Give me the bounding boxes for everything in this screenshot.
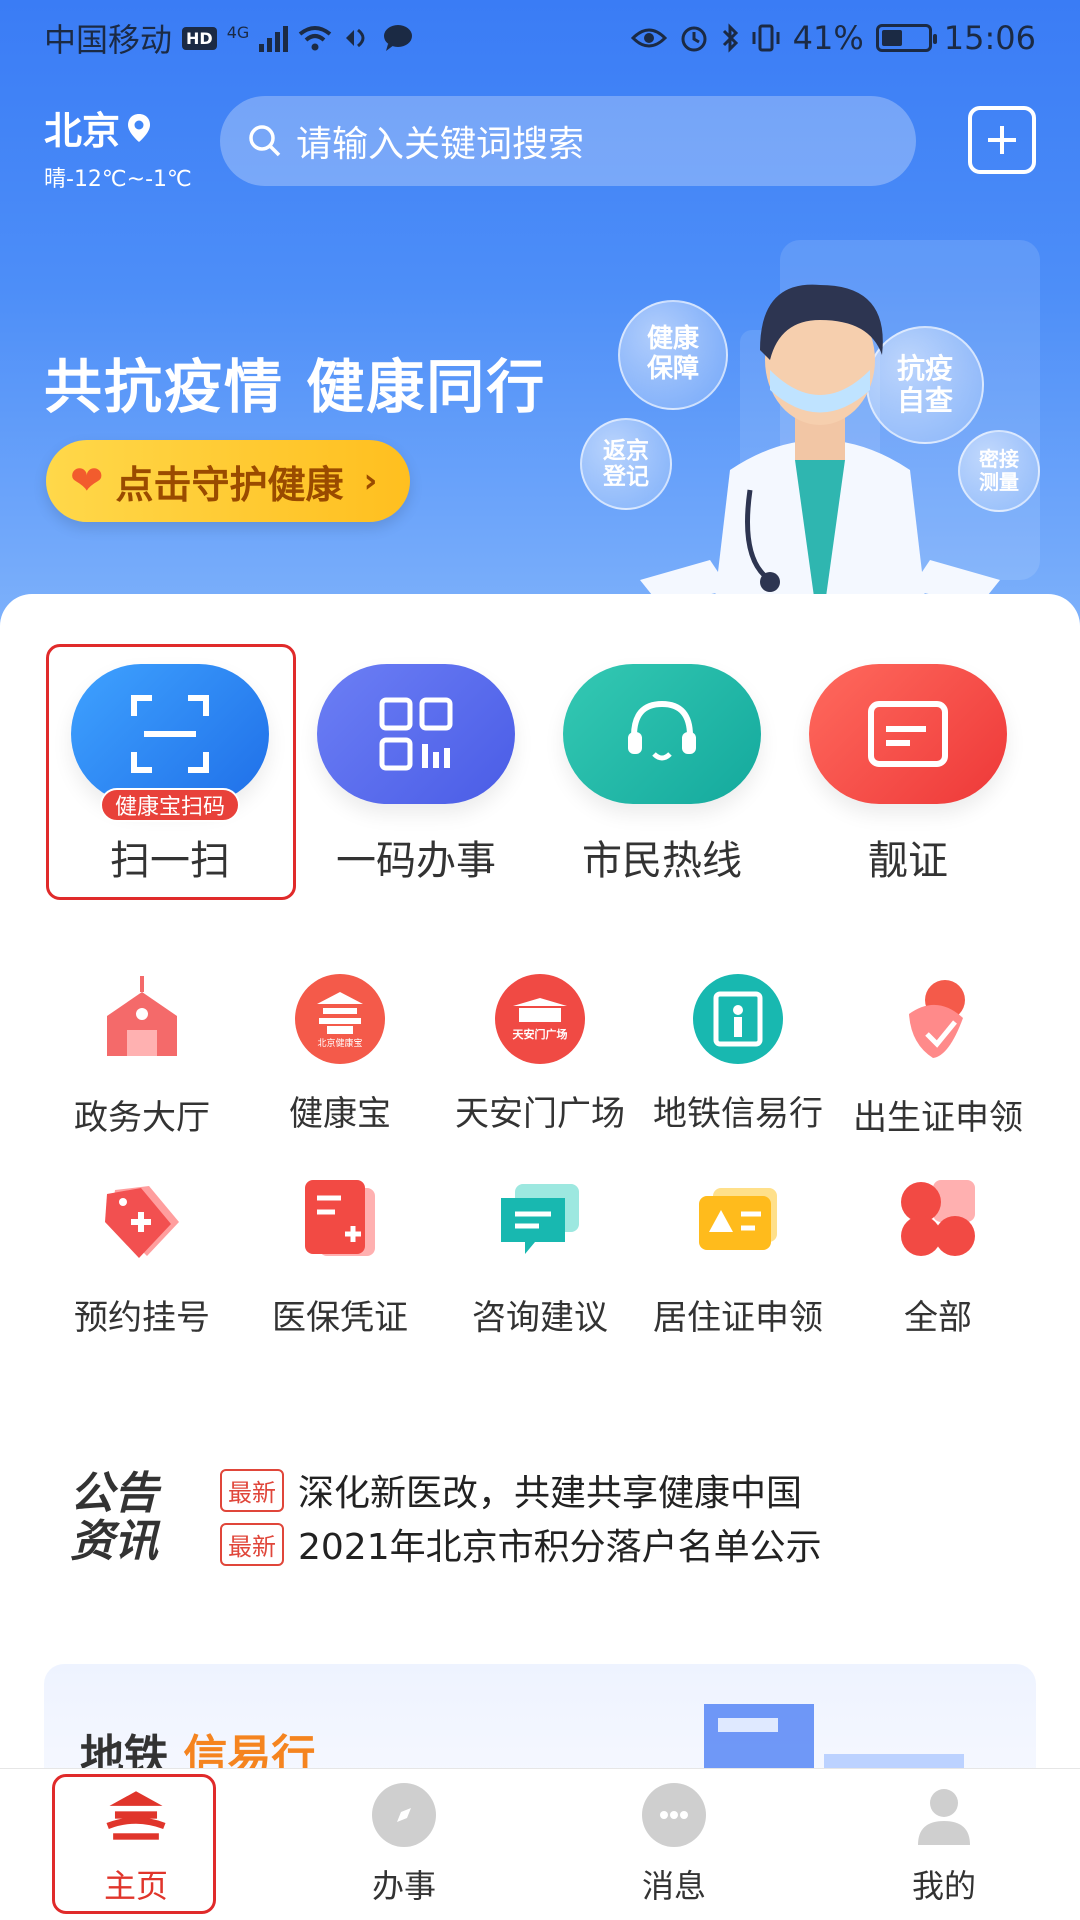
- chevron-right-icon: ›: [363, 461, 378, 501]
- announcement-logo: 公告 资讯: [70, 1468, 158, 1568]
- appointment-tag-icon: [105, 1186, 179, 1258]
- tab-messages[interactable]: 消息: [594, 1783, 754, 1907]
- bluetooth-icon: [722, 23, 738, 53]
- compass-icon: [372, 1783, 436, 1847]
- announcement-item[interactable]: 最新 深化新医改，共建共享健康中国: [220, 1464, 802, 1516]
- gate-tower-icon: [513, 998, 567, 1022]
- city-name: 北京: [44, 109, 121, 153]
- tab-profile[interactable]: 我的: [864, 1783, 1024, 1907]
- add-button[interactable]: [968, 106, 1036, 174]
- service-label: 天安门广场: [455, 1094, 625, 1134]
- birth-certificate-icon: [909, 980, 965, 1058]
- announcement-text: 2021年北京市积分落户名单公示: [298, 1527, 822, 1568]
- service-label: 全部: [904, 1298, 972, 1338]
- vibrate-icon: [752, 24, 780, 52]
- hero-banner: 中国移动 HD 4G 41% 15:06 北京 晴-12℃~-1℃ 请输入关键词…: [0, 0, 1080, 640]
- service-gov-hall[interactable]: 政务大厅: [42, 974, 242, 1139]
- carrier-label: 中国移动: [44, 21, 173, 59]
- service-medical-insurance[interactable]: 医保凭证: [240, 1174, 440, 1339]
- location-weather[interactable]: 北京 晴-12℃~-1℃: [44, 100, 192, 193]
- service-label: 医保凭证: [272, 1298, 408, 1338]
- one-code-label: 一码办事: [336, 838, 496, 884]
- wifi-icon: [299, 26, 332, 51]
- service-birth-cert[interactable]: 出生证申领: [838, 974, 1038, 1139]
- home-tab-highlight-frame: [52, 1774, 216, 1914]
- doctor-illustration: [640, 284, 1000, 640]
- chat-icon: [384, 25, 413, 51]
- new-tag: 最新: [220, 1468, 284, 1512]
- service-appointment[interactable]: 预约挂号: [42, 1174, 242, 1339]
- heartbeat-icon: ❤: [70, 458, 104, 504]
- battery-percent: 41%: [792, 19, 864, 57]
- metro-gate-icon: [693, 974, 783, 1064]
- hotline-pill: [563, 664, 761, 804]
- tiananmen-icon: 天安门广场: [495, 974, 585, 1064]
- message-bubble-icon: [642, 1783, 706, 1847]
- service-label: 地铁信易行: [653, 1094, 823, 1134]
- one-code-button[interactable]: 一码办事: [316, 664, 516, 886]
- hotline-label: 市民热线: [582, 838, 742, 884]
- network-type: 4G: [226, 23, 250, 42]
- alarm-icon: [681, 26, 707, 52]
- cta-label: 点击守护健康: [115, 462, 344, 507]
- service-label: 咨询建议: [472, 1298, 608, 1338]
- government-hall-icon: [107, 976, 177, 1056]
- service-label: 健康宝: [289, 1094, 391, 1134]
- service-label: 出生证申领: [853, 1098, 1023, 1138]
- service-label: 政务大厅: [74, 1098, 210, 1138]
- announcement-item[interactable]: 最新 2021年北京市积分落户名单公示: [220, 1518, 822, 1570]
- health-treasure-icon: 北京健康宝: [295, 974, 385, 1064]
- tab-services[interactable]: 办事: [324, 1783, 484, 1907]
- shake-icon: [346, 28, 365, 48]
- service-label: 居住证申领: [653, 1298, 823, 1338]
- banner-slogan: 共抗疫情 健康同行: [44, 353, 547, 421]
- new-tag: 最新: [220, 1522, 284, 1566]
- service-health-treasure[interactable]: 北京健康宝 健康宝: [240, 974, 440, 1135]
- service-residence[interactable]: 居住证申领: [638, 1174, 838, 1339]
- one-code-pill: [317, 664, 515, 804]
- announcement-section: 公告 资讯 最新 深化新医改，共建共享健康中国 最新 2021年北京市积分落户名…: [70, 1464, 1030, 1584]
- announcement-text: 深化新医改，共建共享健康中国: [298, 1473, 803, 1514]
- medical-insurance-icon: [305, 1180, 375, 1256]
- id-card-icon: [868, 701, 948, 767]
- certificate-pill: [809, 664, 1007, 804]
- service-metro[interactable]: 地铁信易行: [638, 974, 838, 1135]
- service-tiananmen[interactable]: 天安门广场 天安门广场: [440, 974, 640, 1135]
- headset-icon: [628, 700, 696, 761]
- qr-code-icon: [379, 697, 453, 771]
- announcement-logo-line: 公告: [70, 1468, 158, 1519]
- search-bar[interactable]: 请输入关键词搜索: [220, 96, 916, 186]
- announcement-logo-line: 资讯: [70, 1516, 158, 1568]
- tab-label: 消息: [641, 1867, 706, 1905]
- service-all[interactable]: 全部: [838, 1174, 1038, 1339]
- service-consult[interactable]: 咨询建议: [440, 1174, 640, 1339]
- tab-label: 办事: [371, 1867, 436, 1905]
- certificate-label: 靓证: [868, 838, 948, 884]
- weather-text: 晴-12℃~-1℃: [44, 167, 192, 192]
- status-bar: 中国移动 HD 4G 41% 15:06: [0, 0, 1080, 76]
- hotline-button[interactable]: 市民热线: [562, 664, 762, 886]
- guard-health-button[interactable]: ❤ 点击守护健康 ›: [46, 440, 410, 522]
- certificate-button[interactable]: 靓证: [808, 664, 1008, 886]
- plus-icon: [988, 126, 1016, 154]
- eye-icon: [630, 28, 667, 48]
- consult-chat-icon: [501, 1184, 579, 1254]
- health-treasure-icon-text: 北京健康宝: [317, 1038, 363, 1049]
- scan-highlight-frame: [46, 644, 296, 900]
- all-services-icon: [901, 1180, 975, 1256]
- user-avatar-icon: [912, 1783, 976, 1847]
- service-label: 预约挂号: [74, 1298, 210, 1338]
- residence-card-icon: [699, 1188, 777, 1250]
- location-pin-icon: [128, 113, 151, 142]
- signal-icon: [259, 24, 289, 52]
- main-card: 健康宝扫码 扫一扫 一码办事 市民热线 靓证 政务大厅 北京健康宝 健康宝 天安…: [0, 594, 1080, 1804]
- clock-time: 15:06: [943, 19, 1036, 57]
- tab-label: 我的: [911, 1867, 976, 1905]
- battery-icon: [875, 24, 937, 52]
- temple-icon: [317, 991, 363, 1034]
- tiananmen-icon-text: 天安门广场: [512, 1028, 568, 1041]
- search-icon: [249, 125, 281, 157]
- search-placeholder: 请输入关键词搜索: [296, 124, 585, 165]
- hd-badge: HD: [182, 26, 217, 50]
